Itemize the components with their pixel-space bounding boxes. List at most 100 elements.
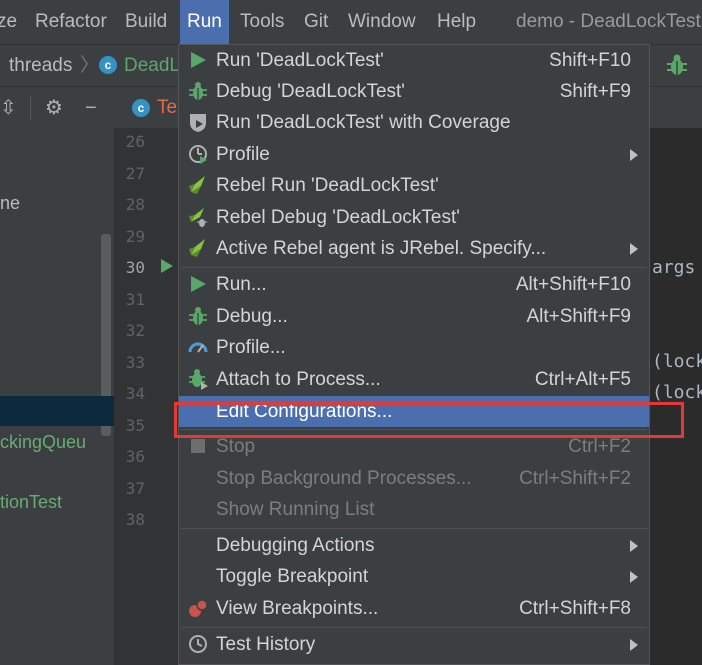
menu-item-label: Stop Background Processes... xyxy=(216,468,472,489)
submenu-arrow-icon xyxy=(630,243,638,255)
line-number: 37 xyxy=(125,479,145,498)
menu-item-label: Active Rebel agent is JRebel. Specify... xyxy=(216,238,547,259)
menu-tools[interactable]: Tools xyxy=(240,0,284,44)
run-menu-dropdown: Run 'DeadLockTest' Shift+F10 Debug 'Dead… xyxy=(178,44,650,665)
line-number: 27 xyxy=(125,164,145,183)
line-number: 29 xyxy=(125,227,145,246)
window-title: demo - DeadLockTest xyxy=(516,11,701,32)
menu-item-show-running-list[interactable]: Show Running List xyxy=(179,494,649,525)
line-number: 28 xyxy=(125,195,145,214)
run-icon xyxy=(191,276,206,292)
breadcrumb-separator: 〉 xyxy=(80,55,100,76)
menu-item-stop-background[interactable]: Stop Background Processes... Ctrl+Shift+… xyxy=(179,463,649,494)
shortcut-label: Shift+F9 xyxy=(559,81,631,102)
line-number: 26 xyxy=(125,132,145,151)
project-tree-item[interactable]: tionTest xyxy=(0,490,62,514)
debug-icon xyxy=(189,307,207,325)
menu-item-label: Toggle Breakpoint xyxy=(216,566,369,587)
highlight-annotation-box xyxy=(174,402,684,438)
line-number: 36 xyxy=(125,447,145,466)
menu-item-label: Show Running List xyxy=(216,499,375,520)
debug-toolbar-icon[interactable] xyxy=(664,52,690,78)
line-number: 34 xyxy=(125,384,145,403)
debug-icon xyxy=(189,82,207,100)
gear-icon[interactable]: ⚙ xyxy=(45,87,63,129)
menu-item-debug-dialog[interactable]: Debug... Alt+Shift+F9 xyxy=(179,301,649,332)
menu-item-run-coverage[interactable]: Run 'DeadLockTest' with Coverage xyxy=(179,107,649,138)
menu-divider xyxy=(181,528,647,529)
shortcut-label: Ctrl+Shift+F8 xyxy=(519,598,631,619)
minimize-icon[interactable]: − xyxy=(85,87,97,129)
menu-window[interactable]: Window xyxy=(348,0,416,44)
menu-item-profile-dialog[interactable]: Profile... xyxy=(179,332,649,363)
shortcut-label: Alt+Shift+F10 xyxy=(515,274,631,295)
project-tree-item[interactable]: ne xyxy=(0,191,20,215)
stop-icon xyxy=(191,439,205,453)
rebel-run-icon xyxy=(189,176,205,194)
menu-run[interactable]: Run xyxy=(180,0,229,44)
collapse-all-icon[interactable]: ⇳ xyxy=(0,87,17,129)
menu-item-attach-process[interactable]: Attach to Process... Ctrl+Alt+F5 xyxy=(179,364,649,395)
project-tool-header: ⇳ ⚙ − xyxy=(0,86,115,128)
toolbar-divider xyxy=(30,95,31,121)
code-fragment: args xyxy=(652,257,696,278)
code-fragment: (lock xyxy=(652,382,702,403)
menu-item-label: Test History xyxy=(216,634,316,655)
line-number: 33 xyxy=(125,353,145,372)
menu-item-label: Rebel Debug 'DeadLockTest' xyxy=(216,207,460,228)
profile-icon xyxy=(189,145,207,164)
menu-git[interactable]: Git xyxy=(304,0,328,44)
line-number: 35 xyxy=(125,416,145,435)
menu-code[interactable]: ze xyxy=(0,0,17,44)
submenu-arrow-icon xyxy=(630,639,638,651)
menu-item-debugging-actions[interactable]: Debugging Actions xyxy=(179,530,649,561)
submenu-arrow-icon xyxy=(630,571,638,583)
menu-item-label: Run 'DeadLockTest' with Coverage xyxy=(216,112,511,133)
menu-item-label: Run... xyxy=(216,274,267,295)
menu-refactor[interactable]: Refactor xyxy=(35,0,107,44)
line-number: 31 xyxy=(125,290,145,309)
menu-item-view-breakpoints[interactable]: View Breakpoints... Ctrl+Shift+F8 xyxy=(179,593,649,624)
menu-item-toggle-breakpoint[interactable]: Toggle Breakpoint xyxy=(179,561,649,592)
menu-item-label: Profile xyxy=(216,144,270,165)
menu-item-debug-config[interactable]: Debug 'DeadLockTest' Shift+F9 xyxy=(179,76,649,107)
menu-item-label: Debugging Actions xyxy=(216,535,375,556)
menu-item-rebel-debug[interactable]: Rebel Debug 'DeadLockTest' xyxy=(179,202,649,233)
history-clock-icon xyxy=(189,635,207,653)
editor-tab[interactable]: Te xyxy=(157,87,177,129)
menu-item-rebel-agent[interactable]: Active Rebel agent is JRebel. Specify... xyxy=(179,233,649,264)
attach-process-icon xyxy=(189,369,208,390)
project-selected-row[interactable] xyxy=(0,396,114,426)
submenu-arrow-icon xyxy=(630,149,638,161)
menu-item-rebel-run[interactable]: Rebel Run 'DeadLockTest' xyxy=(179,170,649,201)
line-number: 38 xyxy=(125,510,145,529)
menu-item-label: Debug 'DeadLockTest' xyxy=(216,81,405,102)
menu-divider xyxy=(181,627,647,628)
menu-item-run-config[interactable]: Run 'DeadLockTest' Shift+F10 xyxy=(179,45,649,76)
shortcut-label: Ctrl+Alt+F5 xyxy=(534,369,631,390)
project-tree-item[interactable]: ckingQueu xyxy=(0,430,86,454)
menu-item-label: View Breakpoints... xyxy=(216,598,379,619)
profiler-gauge-icon xyxy=(188,342,208,353)
rebel-agent-icon xyxy=(189,239,205,257)
menubar: ze Refactor Build Run Tools Git Window H… xyxy=(0,0,702,44)
rebel-debug-icon xyxy=(189,208,207,227)
menu-item-test-history[interactable]: Test History xyxy=(179,629,649,660)
gutter-run-icon[interactable] xyxy=(161,259,173,273)
shortcut-label: Ctrl+Shift+F2 xyxy=(519,468,631,489)
menu-build[interactable]: Build xyxy=(125,0,167,44)
breadcrumb-class[interactable]: DeadL xyxy=(124,45,180,86)
menu-item-label: Rebel Run 'DeadLockTest' xyxy=(216,175,439,196)
menu-divider xyxy=(181,267,647,268)
submenu-arrow-icon xyxy=(630,540,638,552)
menu-help[interactable]: Help xyxy=(437,0,476,44)
menu-item-label: Profile... xyxy=(216,337,286,358)
menu-item-profile[interactable]: Profile xyxy=(179,139,649,170)
menu-item-label: Run 'DeadLockTest' xyxy=(216,50,384,71)
menu-item-label: Debug... xyxy=(216,306,288,327)
breadcrumb-folder[interactable]: threads xyxy=(9,45,72,86)
code-fragment: (lock xyxy=(652,351,702,372)
class-icon: c xyxy=(132,99,150,117)
line-number: 32 xyxy=(125,321,145,340)
menu-item-run-dialog[interactable]: Run... Alt+Shift+F10 xyxy=(179,269,649,300)
